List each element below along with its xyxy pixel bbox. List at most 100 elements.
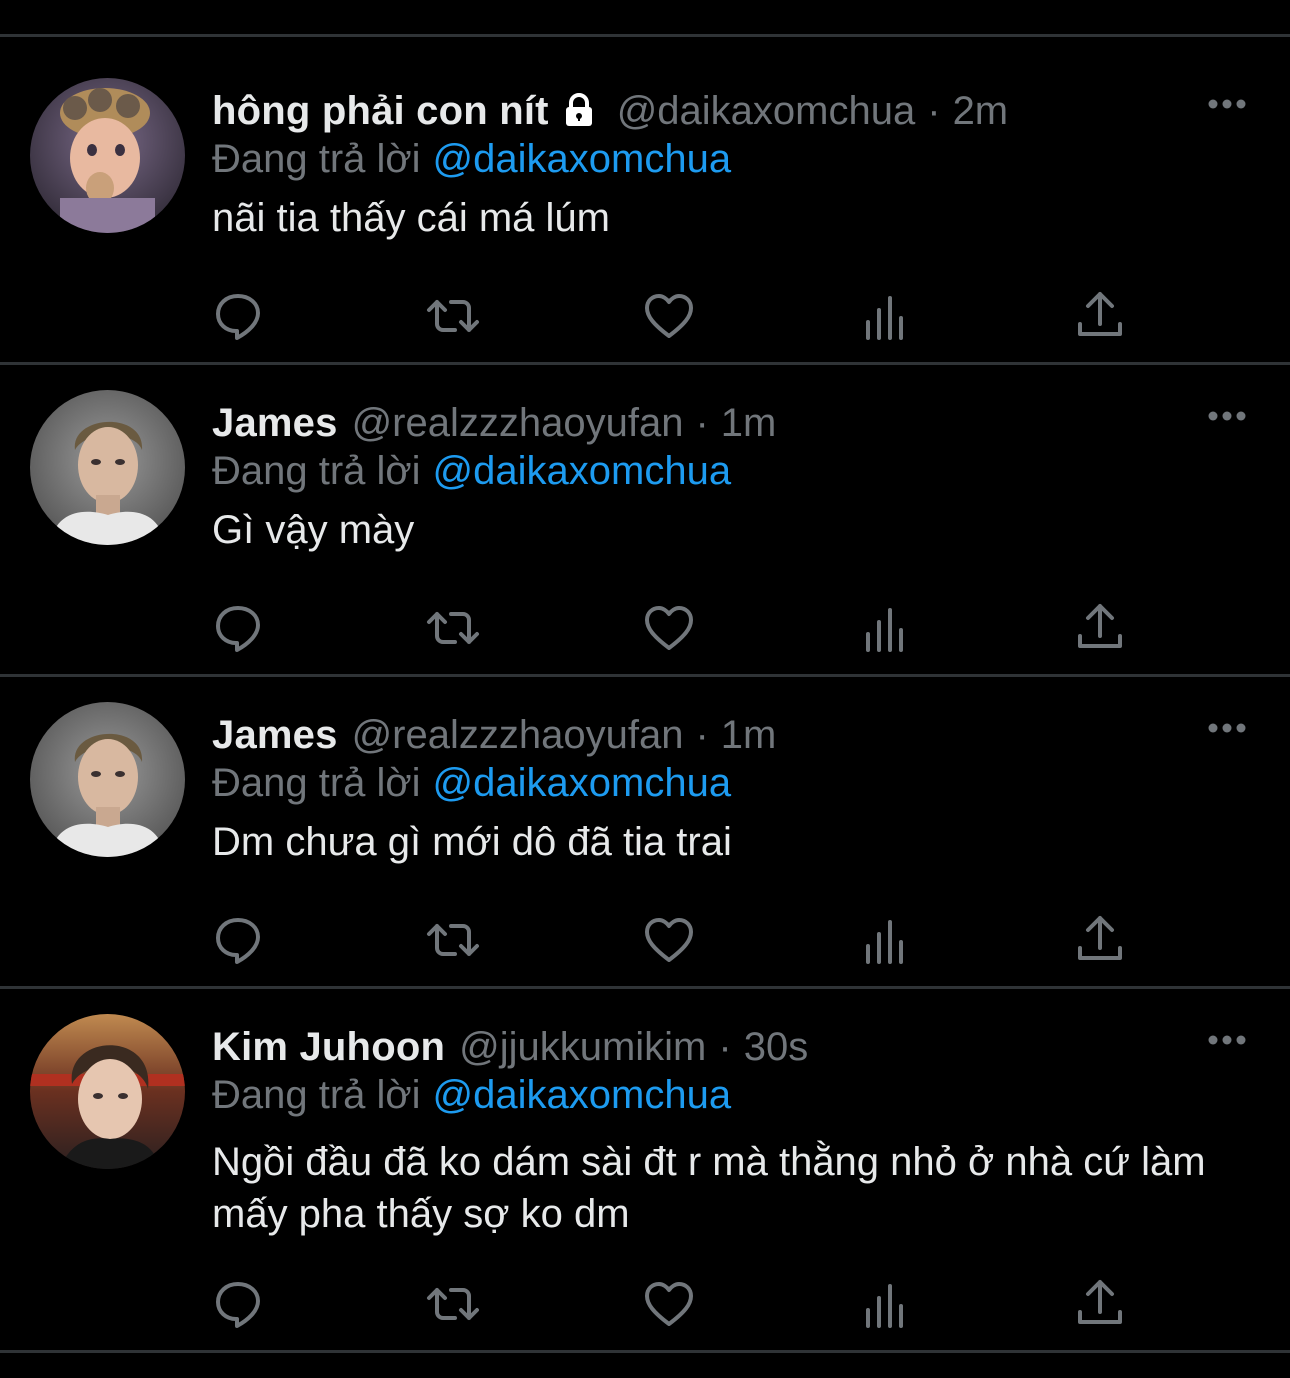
handle[interactable]: @realzzzhaoyufan <box>352 712 684 758</box>
more-icon[interactable] <box>1207 722 1247 734</box>
avatar-image <box>30 1014 185 1169</box>
avatar[interactable] <box>30 702 185 857</box>
avatar[interactable] <box>30 1014 185 1169</box>
action-bar <box>0 1276 1290 1336</box>
like-button[interactable] <box>641 1276 697 1332</box>
heart-icon <box>645 1282 693 1326</box>
tweet[interactable]: Kim Juhoon @jjukkumikim · 30s Đang trả l… <box>0 1014 1290 1354</box>
action-bar <box>0 600 1290 660</box>
tweet-header: Kim Juhoon @jjukkumikim · 30s <box>212 1024 808 1070</box>
avatar[interactable] <box>30 78 185 233</box>
tweet-text: nãi tia thấy cái má lúm <box>212 196 610 240</box>
retweet-button[interactable] <box>425 1276 481 1332</box>
tweet-divider <box>0 362 1290 365</box>
share-button[interactable] <box>1072 912 1128 968</box>
retweet-icon <box>427 612 479 644</box>
analytics-button[interactable] <box>857 1276 913 1332</box>
analytics-icon <box>866 608 903 652</box>
separator: · <box>695 713 709 757</box>
heart-icon <box>645 294 693 338</box>
analytics-icon <box>866 1284 903 1328</box>
share-icon <box>1078 1280 1122 1324</box>
tweet[interactable]: hông phải con nít @daikaxomchua · 2m Đan… <box>0 78 1290 388</box>
display-name[interactable]: hông phải con nít <box>212 88 549 134</box>
handle[interactable]: @realzzzhaoyufan <box>352 400 684 446</box>
retweet-button[interactable] <box>425 600 481 656</box>
analytics-icon <box>866 920 903 964</box>
replying-to: Đang trả lời @daikaxomchua <box>212 448 731 494</box>
display-name[interactable]: James <box>212 712 338 758</box>
reply-mention-link[interactable]: @daikaxomchua <box>433 761 732 805</box>
tweet-text: Ngồi đầu đã ko dám sài đt r mà thằng nhỏ… <box>212 1140 1206 1236</box>
timestamp[interactable]: 2m <box>953 88 1009 134</box>
handle[interactable]: @jjukkumikim <box>459 1024 706 1070</box>
avatar-image <box>30 702 185 857</box>
separator: · <box>927 89 941 133</box>
tweet-text: Gì vậy mày <box>212 508 415 552</box>
share-icon <box>1078 292 1122 336</box>
analytics-button[interactable] <box>857 600 913 656</box>
replying-to-label: Đang trả lời <box>212 137 421 181</box>
like-button[interactable] <box>641 600 697 656</box>
like-button[interactable] <box>641 288 697 344</box>
handle[interactable]: @daikaxomchua <box>617 88 916 134</box>
like-button[interactable] <box>641 912 697 968</box>
share-icon <box>1078 916 1122 960</box>
action-bar <box>0 912 1290 972</box>
retweet-icon <box>427 1288 479 1320</box>
timestamp[interactable]: 1m <box>721 712 777 758</box>
more-icon[interactable] <box>1207 1034 1247 1046</box>
heart-icon <box>645 606 693 650</box>
tweet-divider <box>0 986 1290 989</box>
reply-icon <box>216 1282 260 1328</box>
timestamp[interactable]: 30s <box>744 1024 809 1070</box>
retweet-button[interactable] <box>425 288 481 344</box>
share-button[interactable] <box>1072 600 1128 656</box>
more-icon[interactable] <box>1207 410 1247 422</box>
replying-to: Đang trả lời @daikaxomchua <box>212 136 731 182</box>
reply-icon <box>216 294 260 340</box>
reply-mention-link[interactable]: @daikaxomchua <box>433 137 732 181</box>
lock-icon <box>559 91 599 131</box>
tweet[interactable]: James @realzzzhaoyufan · 1m Đang trả lời… <box>0 390 1290 700</box>
analytics-button[interactable] <box>857 912 913 968</box>
tweet[interactable]: James @realzzzhaoyufan · 1m Đang trả lời… <box>0 702 1290 1012</box>
tweet-header: James @realzzzhaoyufan · 1m <box>212 400 776 446</box>
bottom-divider <box>0 1350 1290 1353</box>
avatar-image <box>30 390 185 545</box>
reply-mention-link[interactable]: @daikaxomchua <box>433 449 732 493</box>
timestamp[interactable]: 1m <box>721 400 777 446</box>
reply-button[interactable] <box>210 600 266 656</box>
avatar[interactable] <box>30 390 185 545</box>
reply-icon <box>216 606 260 652</box>
top-divider <box>0 34 1290 37</box>
display-name[interactable]: Kim Juhoon <box>212 1024 445 1070</box>
tweet-header: hông phải con nít @daikaxomchua · 2m <box>212 88 1008 134</box>
reply-button[interactable] <box>210 912 266 968</box>
replying-to: Đang trả lời @daikaxomchua <box>212 1072 731 1118</box>
reply-button[interactable] <box>210 288 266 344</box>
retweet-icon <box>427 300 479 332</box>
analytics-icon <box>866 296 903 340</box>
more-icon[interactable] <box>1207 98 1247 110</box>
separator: · <box>718 1025 732 1069</box>
share-button[interactable] <box>1072 1276 1128 1332</box>
replying-to: Đang trả lời @daikaxomchua <box>212 760 731 806</box>
tweet-header: James @realzzzhaoyufan · 1m <box>212 712 776 758</box>
replying-to-label: Đang trả lời <box>212 761 421 805</box>
reply-mention-link[interactable]: @daikaxomchua <box>433 1073 732 1117</box>
replying-to-label: Đang trả lời <box>212 1073 421 1117</box>
action-bar <box>0 288 1290 348</box>
avatar-image <box>30 78 185 233</box>
separator: · <box>695 401 709 445</box>
share-button[interactable] <box>1072 288 1128 344</box>
tweet-divider <box>0 674 1290 677</box>
retweet-button[interactable] <box>425 912 481 968</box>
tweet-text: Dm chưa gì mới dô đã tia trai <box>212 820 732 864</box>
heart-icon <box>645 918 693 962</box>
display-name[interactable]: James <box>212 400 338 446</box>
reply-icon <box>216 918 260 964</box>
share-icon <box>1078 604 1122 648</box>
analytics-button[interactable] <box>857 288 913 344</box>
reply-button[interactable] <box>210 1276 266 1332</box>
